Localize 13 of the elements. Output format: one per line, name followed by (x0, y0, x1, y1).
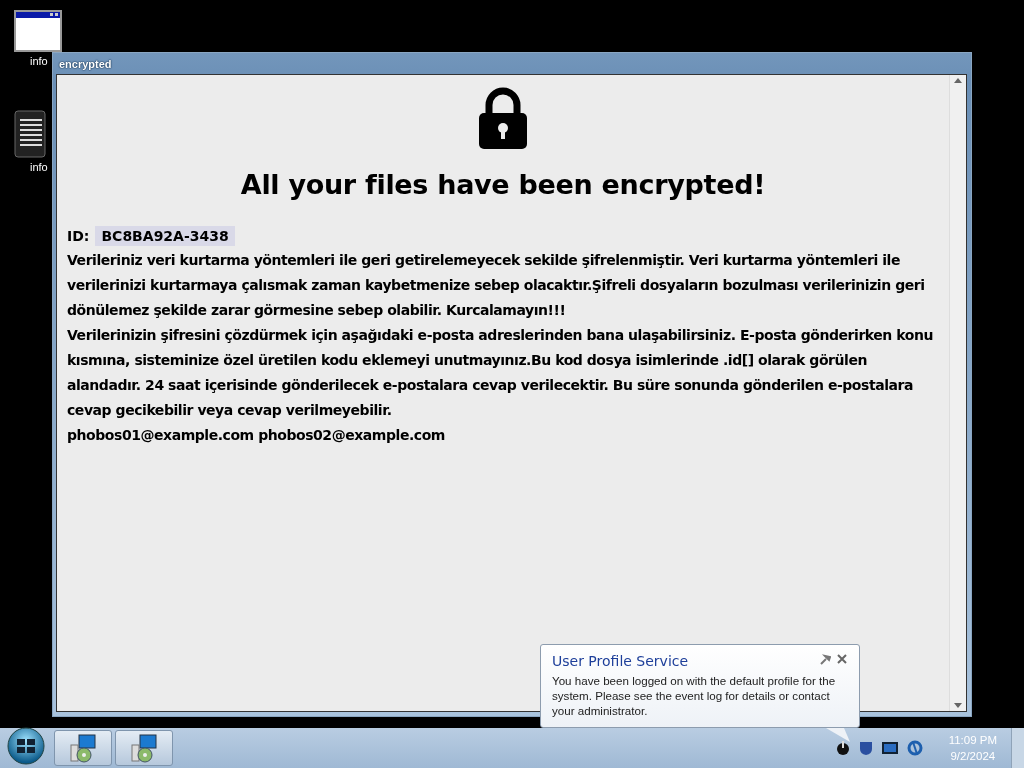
clock-time[interactable]: 11:09 PM (948, 732, 997, 748)
paragraph: phobos01@example.com phobos02@example.com (67, 426, 446, 445)
paragraph: Verilerinizin şifresini çözdürmek için aşağıdaki e-posta adreslerinden bana ulaşabilirsiniz. E-posta gönderirken konu kısmına, sisteminize özel üretilen kodu eklemeyi unutmayınız.Bu kod dosya isimlerinde .id[] olarak görülen alandadır. 24 saat içerisinde gönderilecek e-postalara cevap verilecektir. Bu süre sonunda gönderilen e-postalara cevap gecikebilir veya cevap verilmeyebilir. (67, 326, 934, 420)
window-title: encrypted (58, 57, 113, 72)
icon-label: info (30, 55, 48, 67)
id-label: ID: (67, 228, 90, 244)
heading: All your files have been encrypted! (240, 169, 766, 200)
notification-message: You have been logged on with the default profile for the system. Please see the event log for details or contact your administrator. (552, 673, 837, 718)
id-value: BC8BA92A-3438 (95, 226, 235, 246)
notification-title: User Profile Service (552, 653, 689, 669)
icon-label: info (30, 161, 48, 173)
paragraph: Verileriniz veri kurtarma yöntemleri ile geri getirelemeyecek sekilde şifrelenmiştir. Veri kurtarma yöntemleri ile verilerinizi kurtarmaya çalısmak zaman kaybetmenize sebep olacaktır.Şifreli dosyaların bozulması verilerinizin geri dönülemez şekilde zarar görmesine sebep olabilir. Kurcalamayın!!! (67, 251, 926, 320)
clock-date[interactable]: 9/2/2024 (950, 748, 996, 764)
